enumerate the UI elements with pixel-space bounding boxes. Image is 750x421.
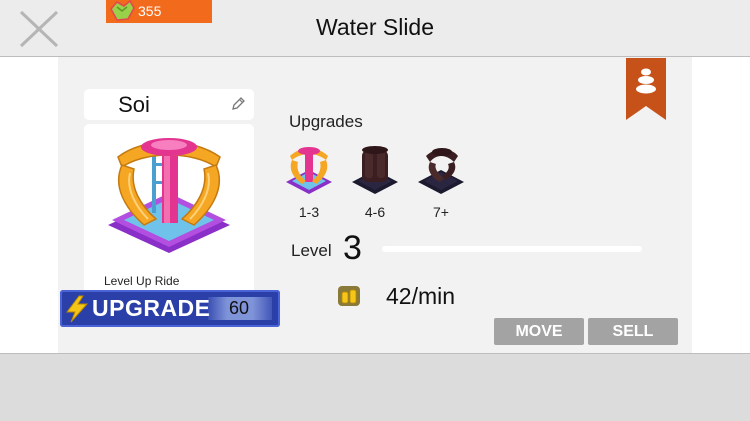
ride-name-box: Soi bbox=[84, 89, 254, 120]
left-margin bbox=[0, 57, 58, 353]
level-value: 3 bbox=[343, 229, 362, 267]
bottom-bar bbox=[0, 353, 750, 421]
lightning-icon bbox=[66, 295, 89, 323]
sell-button[interactable]: SELL bbox=[588, 318, 678, 345]
tier-2-locked-icon bbox=[352, 146, 398, 194]
water-slide-image bbox=[108, 138, 230, 253]
income-rate: 42/min bbox=[386, 283, 456, 309]
upgrade-tier-1[interactable]: 1-3 bbox=[284, 142, 334, 220]
bookmark-icon[interactable] bbox=[626, 58, 666, 120]
tier-1-range: 1-3 bbox=[298, 204, 320, 220]
top-bar: 355 Water Slide bbox=[0, 0, 750, 57]
tier-3-locked-icon bbox=[418, 148, 464, 194]
tier-2-range: 4-6 bbox=[364, 204, 386, 220]
coin-stack-icon bbox=[338, 286, 360, 306]
tier-1-slide-icon bbox=[286, 147, 332, 194]
upgrades-heading: Upgrades bbox=[289, 112, 363, 131]
pencil-icon[interactable] bbox=[230, 96, 246, 112]
move-button[interactable]: MOVE bbox=[494, 318, 584, 345]
upgrade-tier-3[interactable]: 7+ bbox=[416, 142, 466, 220]
tier-3-range: 7+ bbox=[433, 204, 449, 220]
right-margin bbox=[692, 57, 750, 353]
upgrade-button[interactable]: UPGRADE 60 bbox=[60, 290, 280, 327]
upgrade-label: UPGRADE bbox=[92, 295, 211, 321]
page-title: Water Slide bbox=[315, 14, 435, 40]
upgrade-tier-2[interactable]: 4-6 bbox=[350, 142, 400, 220]
level-progress-bar bbox=[382, 246, 642, 252]
upgrade-cost: 60 bbox=[228, 298, 250, 318]
ride-name: Soi bbox=[118, 92, 150, 117]
ride-card: Level Up Ride bbox=[84, 124, 254, 294]
ride-caption: Level Up Ride bbox=[104, 274, 180, 288]
level-label: Level bbox=[291, 241, 332, 260]
